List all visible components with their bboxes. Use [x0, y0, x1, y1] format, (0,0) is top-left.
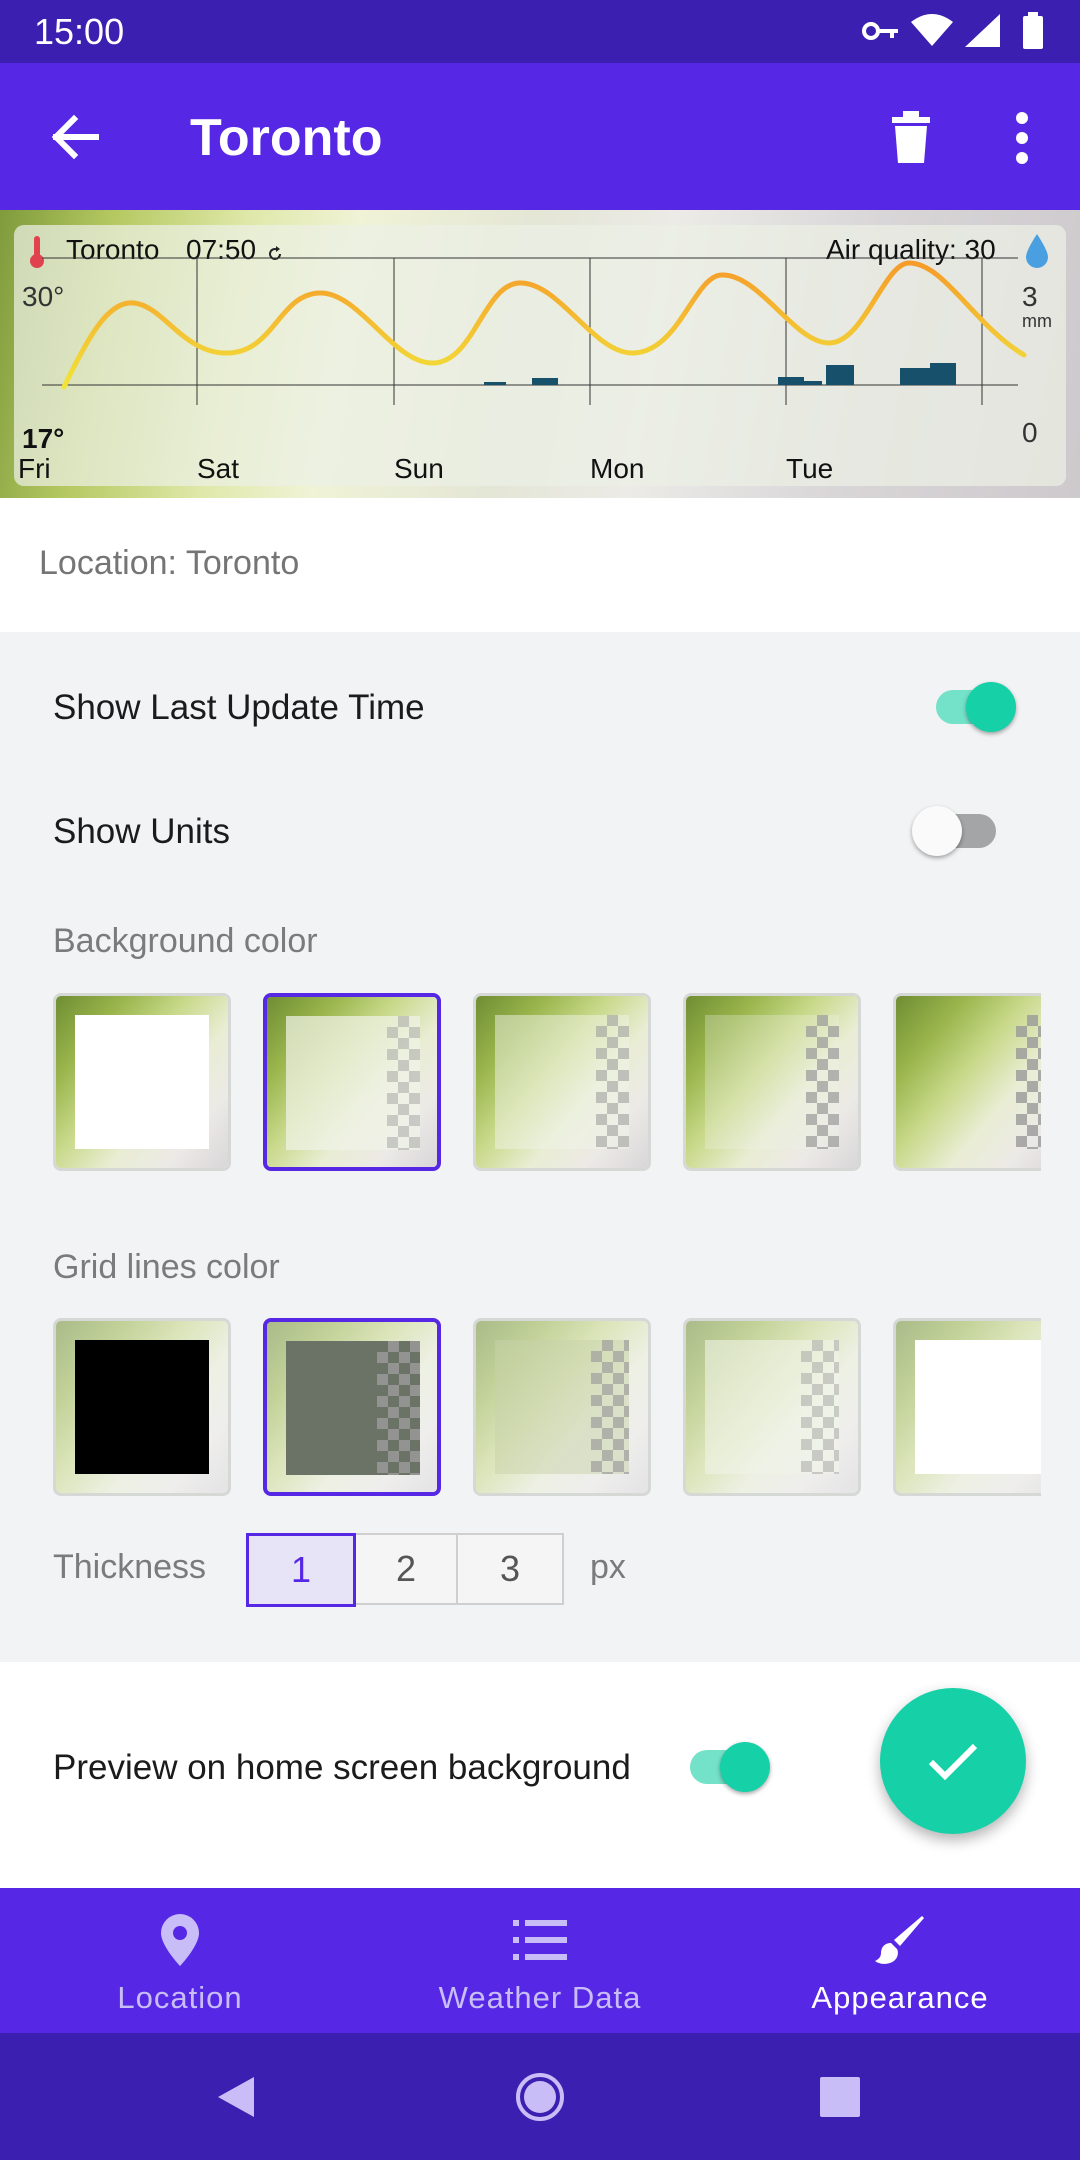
background-swatch-translucent-40[interactable] [683, 993, 861, 1171]
show-units-label: Show Units [53, 812, 231, 851]
background-color-label: Background color [53, 922, 318, 960]
list-icon [513, 1920, 567, 1960]
day-label-sat: Sat [197, 453, 240, 484]
status-time: 15:00 [34, 11, 125, 52]
thickness-option-1[interactable]: 1 [246, 1533, 356, 1607]
background-color-swatches [53, 993, 1041, 1175]
switch-thumb [966, 682, 1016, 732]
day-label-fri: Fri [18, 453, 51, 484]
grid-swatch-black[interactable] [53, 1318, 231, 1496]
system-navigation-bar [0, 2033, 1080, 2160]
grid-swatch-light-gray[interactable] [473, 1318, 651, 1496]
grid-swatch-white[interactable] [893, 1318, 1041, 1496]
back-arrow-icon[interactable] [44, 107, 104, 167]
nav-weather-data-label: Weather Data [438, 1980, 642, 2015]
page-title: Toronto [190, 109, 383, 167]
switch-thumb [720, 1742, 770, 1792]
bottom-navigation: Location Weather Data Appearance [0, 1888, 1080, 2033]
confirm-fab[interactable] [880, 1688, 1026, 1834]
show-units-row[interactable]: Show Units [0, 772, 1080, 892]
show-last-update-switch[interactable] [936, 682, 1016, 732]
location-row[interactable]: Location: Toronto [0, 498, 1080, 632]
grid-swatch-dark-gray[interactable] [263, 1318, 441, 1496]
widget-card: Toronto 07:50 Air quality: 30 30° 17° 3 … [14, 225, 1066, 486]
system-back-icon[interactable] [216, 2075, 256, 2119]
background-swatch-translucent-80[interactable] [263, 993, 441, 1171]
battery-icon [1023, 12, 1043, 49]
wifi-icon [911, 14, 953, 46]
thickness-selector: 1 2 3 [246, 1533, 564, 1607]
status-bar: 15:00 [0, 0, 1080, 63]
grid-lines-color-swatches [53, 1318, 1041, 1500]
temperature-curve [61, 260, 1027, 390]
background-swatch-translucent-60[interactable] [473, 993, 651, 1171]
signal-icon [965, 14, 1000, 47]
precip-bars [484, 363, 956, 385]
paintbrush-icon [875, 1916, 924, 1964]
nav-appearance-label: Appearance [811, 1980, 989, 2015]
delete-icon[interactable] [888, 111, 934, 165]
widget-preview: Toronto 07:50 Air quality: 30 30° 17° 3 … [0, 210, 1080, 498]
nav-location-label: Location [117, 1980, 243, 2015]
system-recents-icon[interactable] [820, 2077, 860, 2117]
grid-lines-color-label: Grid lines color [53, 1248, 280, 1286]
more-vert-icon[interactable] [1006, 111, 1038, 165]
day-label-mon: Mon [590, 453, 645, 484]
show-last-update-label: Show Last Update Time [53, 688, 425, 727]
background-swatch-transparent[interactable] [893, 993, 1041, 1171]
nav-location[interactable]: Location [0, 1888, 360, 2033]
nav-weather-data[interactable]: Weather Data [360, 1888, 720, 2033]
thickness-option-2[interactable]: 2 [352, 1533, 460, 1605]
thickness-unit: px [590, 1548, 626, 1586]
nav-appearance[interactable]: Appearance [720, 1888, 1080, 2033]
app-bar: Toronto [0, 63, 1080, 210]
preview-home-switch[interactable] [690, 1742, 770, 1792]
forecast-graph [42, 257, 1027, 405]
day-label-sun: Sun [394, 453, 444, 484]
check-icon [928, 1743, 978, 1781]
show-units-switch[interactable] [912, 806, 996, 856]
thickness-label: Thickness [53, 1548, 207, 1586]
grid-swatch-lighter-gray[interactable] [683, 1318, 861, 1496]
preview-home-label: Preview on home screen background [53, 1748, 631, 1787]
background-swatch-white[interactable] [53, 993, 231, 1171]
location-pin-icon [161, 1914, 199, 1966]
thickness-option-3[interactable]: 3 [456, 1533, 564, 1605]
switch-thumb [912, 806, 962, 856]
system-home-icon[interactable] [514, 2071, 566, 2123]
vpn-key-icon [862, 22, 898, 40]
show-last-update-row[interactable]: Show Last Update Time [0, 648, 1080, 768]
day-label-tue: Tue [786, 453, 834, 484]
location-label: Location: Toronto [39, 544, 300, 582]
